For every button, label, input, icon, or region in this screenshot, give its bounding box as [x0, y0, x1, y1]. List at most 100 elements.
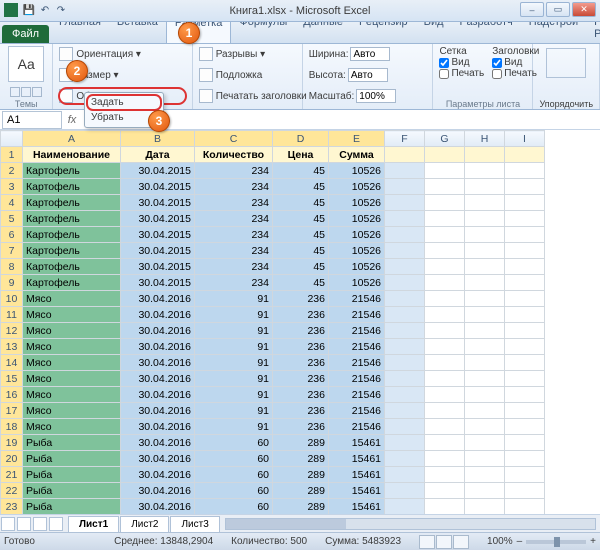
- header-cell[interactable]: Наименование: [23, 147, 121, 163]
- cell[interactable]: 30.04.2016: [121, 451, 195, 467]
- cell[interactable]: 234: [195, 243, 273, 259]
- zoom-out-icon[interactable]: –: [517, 536, 523, 547]
- cell[interactable]: 10526: [329, 275, 385, 291]
- cell[interactable]: 45: [273, 211, 329, 227]
- header-cell[interactable]: Цена: [273, 147, 329, 163]
- cell[interactable]: Мясо: [23, 371, 121, 387]
- cell[interactable]: 21546: [329, 339, 385, 355]
- cell[interactable]: 15461: [329, 451, 385, 467]
- cell[interactable]: 30.04.2016: [121, 371, 195, 387]
- cell[interactable]: Мясо: [23, 419, 121, 435]
- cell[interactable]: 30.04.2015: [121, 275, 195, 291]
- col-header-G[interactable]: G: [425, 131, 465, 147]
- header-cell[interactable]: Сумма: [329, 147, 385, 163]
- cell[interactable]: Рыба: [23, 451, 121, 467]
- cell[interactable]: 289: [273, 467, 329, 483]
- cell[interactable]: 30.04.2015: [121, 195, 195, 211]
- row-header-2[interactable]: 2: [1, 163, 23, 179]
- cell[interactable]: 234: [195, 259, 273, 275]
- cell[interactable]: 60: [195, 467, 273, 483]
- cell[interactable]: 30.04.2016: [121, 355, 195, 371]
- cell[interactable]: 234: [195, 227, 273, 243]
- breaks-button[interactable]: Разрывы ▾: [216, 49, 265, 60]
- row-header-1[interactable]: 1: [1, 147, 23, 163]
- row-header-6[interactable]: 6: [1, 227, 23, 243]
- col-header-H[interactable]: H: [465, 131, 505, 147]
- cell[interactable]: 10526: [329, 259, 385, 275]
- row-header-20[interactable]: 20: [1, 451, 23, 467]
- redo-icon[interactable]: ↷: [54, 3, 68, 17]
- cell[interactable]: 289: [273, 499, 329, 515]
- col-header-C[interactable]: C: [195, 131, 273, 147]
- cell[interactable]: 234: [195, 195, 273, 211]
- grid-print-check[interactable]: [439, 69, 449, 79]
- cell[interactable]: 45: [273, 227, 329, 243]
- row-header-21[interactable]: 21: [1, 467, 23, 483]
- cell[interactable]: 21546: [329, 419, 385, 435]
- row-header-8[interactable]: 8: [1, 259, 23, 275]
- cell[interactable]: 91: [195, 307, 273, 323]
- cell[interactable]: 60: [195, 499, 273, 515]
- worksheet-grid[interactable]: ABCDEFGHI1НаименованиеДатаКоличествоЦена…: [0, 130, 600, 528]
- cell[interactable]: 91: [195, 419, 273, 435]
- row-header-7[interactable]: 7: [1, 243, 23, 259]
- cell[interactable]: Картофель: [23, 227, 121, 243]
- cell[interactable]: 234: [195, 163, 273, 179]
- sheet-tab-3[interactable]: Лист3: [170, 516, 219, 532]
- row-header-3[interactable]: 3: [1, 179, 23, 195]
- cell[interactable]: 30.04.2016: [121, 467, 195, 483]
- row-header-16[interactable]: 16: [1, 387, 23, 403]
- cell[interactable]: 30.04.2016: [121, 291, 195, 307]
- cell[interactable]: 45: [273, 243, 329, 259]
- cell[interactable]: 30.04.2016: [121, 499, 195, 515]
- cell[interactable]: 30.04.2016: [121, 435, 195, 451]
- col-header-E[interactable]: E: [329, 131, 385, 147]
- cell[interactable]: 21546: [329, 291, 385, 307]
- cell[interactable]: Картофель: [23, 259, 121, 275]
- zoom-slider[interactable]: [526, 540, 586, 544]
- cell[interactable]: Рыба: [23, 483, 121, 499]
- cell[interactable]: Картофель: [23, 243, 121, 259]
- head-print-check[interactable]: [492, 69, 502, 79]
- header-cell[interactable]: Дата: [121, 147, 195, 163]
- row-header-23[interactable]: 23: [1, 499, 23, 515]
- cell[interactable]: 30.04.2015: [121, 211, 195, 227]
- tab-file[interactable]: Файл: [2, 25, 49, 43]
- header-cell[interactable]: Количество: [195, 147, 273, 163]
- sheet-tab-2[interactable]: Лист2: [120, 516, 169, 532]
- cell[interactable]: 10526: [329, 163, 385, 179]
- col-header-F[interactable]: F: [385, 131, 425, 147]
- name-box[interactable]: A1: [2, 111, 62, 129]
- cell[interactable]: 21546: [329, 307, 385, 323]
- zoom-control[interactable]: 100% – +: [487, 536, 596, 547]
- cell[interactable]: Мясо: [23, 339, 121, 355]
- cell[interactable]: 30.04.2015: [121, 243, 195, 259]
- arrange-button[interactable]: [546, 48, 586, 78]
- row-header-22[interactable]: 22: [1, 483, 23, 499]
- cell[interactable]: Картофель: [23, 275, 121, 291]
- row-header-19[interactable]: 19: [1, 435, 23, 451]
- cell[interactable]: 21546: [329, 387, 385, 403]
- horizontal-scrollbar[interactable]: [225, 518, 596, 530]
- cell[interactable]: Мясо: [23, 307, 121, 323]
- zoom-in-icon[interactable]: +: [590, 536, 596, 547]
- width-input[interactable]: [350, 47, 390, 61]
- cell[interactable]: 45: [273, 259, 329, 275]
- row-header-5[interactable]: 5: [1, 211, 23, 227]
- cell[interactable]: 289: [273, 483, 329, 499]
- close-button[interactable]: ✕: [572, 2, 596, 17]
- cell[interactable]: 30.04.2016: [121, 419, 195, 435]
- sheet-tab-1[interactable]: Лист1: [68, 516, 119, 532]
- cell[interactable]: 91: [195, 323, 273, 339]
- scale-input[interactable]: [356, 89, 396, 103]
- cell[interactable]: 21546: [329, 355, 385, 371]
- row-header-11[interactable]: 11: [1, 307, 23, 323]
- cell[interactable]: 234: [195, 179, 273, 195]
- cell[interactable]: Мясо: [23, 323, 121, 339]
- cell[interactable]: 30.04.2015: [121, 259, 195, 275]
- cell[interactable]: 30.04.2016: [121, 339, 195, 355]
- col-header-I[interactable]: I: [505, 131, 545, 147]
- cell[interactable]: Картофель: [23, 211, 121, 227]
- cell[interactable]: 15461: [329, 483, 385, 499]
- cell[interactable]: 10526: [329, 179, 385, 195]
